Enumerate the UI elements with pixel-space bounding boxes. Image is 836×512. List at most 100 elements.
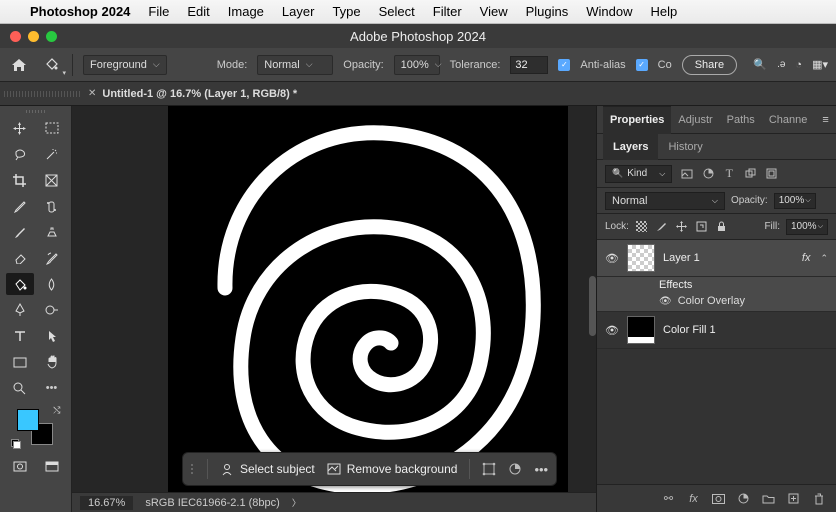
collapse-effects-icon[interactable]: ⌃ (820, 253, 828, 264)
transform-icon[interactable] (482, 462, 496, 476)
link-layers-icon[interactable]: ⚯ (661, 491, 676, 506)
status-chevron-icon[interactable]: 〉 (292, 496, 301, 509)
tab-history[interactable]: History (658, 134, 712, 160)
healing-brush-tool[interactable] (38, 195, 66, 217)
menu-edit[interactable]: Edit (187, 4, 209, 19)
blur-tool[interactable] (38, 273, 66, 295)
opacity-field[interactable]: 100% (394, 55, 440, 75)
clone-stamp-tool[interactable] (38, 221, 66, 243)
contextbar-grip-icon[interactable] (191, 464, 193, 474)
menu-layer[interactable]: Layer (282, 4, 315, 19)
menu-view[interactable]: View (480, 4, 508, 19)
pen-tool[interactable] (6, 299, 34, 321)
fill-source-dropdown[interactable]: Foreground (83, 55, 167, 75)
filter-type-layers-icon[interactable]: T (722, 167, 736, 181)
current-tool-indicator-icon[interactable] (40, 54, 62, 76)
lasso-tool[interactable] (6, 143, 34, 165)
layer-opacity-field[interactable]: 100%⌵ (774, 193, 816, 209)
layer-name[interactable]: Color Fill 1 (663, 324, 828, 336)
more-options-icon[interactable]: ••• (534, 462, 548, 477)
menu-plugins[interactable]: Plugins (526, 4, 569, 19)
lock-position-icon[interactable] (675, 220, 689, 234)
panel-menu-icon[interactable]: ≡ (814, 114, 836, 126)
zoom-window-button[interactable] (46, 31, 57, 42)
document-viewport[interactable]: Select subject Remove background ••• (72, 106, 596, 492)
tab-layers[interactable]: Layers (603, 134, 658, 160)
menu-file[interactable]: File (148, 4, 169, 19)
layer-effects-badge[interactable]: fx (802, 252, 811, 264)
filter-shape-layers-icon[interactable] (743, 167, 757, 181)
frame-tool[interactable] (38, 169, 66, 191)
default-colors-icon[interactable] (11, 439, 21, 449)
effect-visibility-icon[interactable]: 👁 (659, 296, 672, 307)
workspace-switcher-icon[interactable]: ▦▾ (812, 58, 828, 71)
eraser-tool[interactable] (6, 247, 34, 269)
menu-image[interactable]: Image (228, 4, 264, 19)
menu-window[interactable]: Window (586, 4, 632, 19)
home-button[interactable] (8, 54, 30, 76)
tolerance-input[interactable] (510, 56, 548, 74)
filter-pixel-layers-icon[interactable] (680, 167, 694, 181)
delete-layer-icon[interactable] (811, 491, 826, 506)
minimize-window-button[interactable] (28, 31, 39, 42)
layer-blend-mode-dropdown[interactable]: Normal⌵ (605, 192, 725, 210)
contiguous-checkbox[interactable]: ✓ (636, 59, 648, 71)
lock-pixels-icon[interactable] (655, 220, 669, 234)
lock-transparency-icon[interactable] (635, 220, 649, 234)
antialias-checkbox[interactable]: ✓ (558, 59, 570, 71)
blend-mode-dropdown[interactable]: Normal (257, 55, 333, 75)
menu-filter[interactable]: Filter (433, 4, 462, 19)
filter-smartobject-layers-icon[interactable] (764, 167, 778, 181)
remove-background-button[interactable]: Remove background (327, 462, 458, 476)
adjustment-layer-icon[interactable] (736, 491, 751, 506)
cloud-docs-icon[interactable]: ◔ (795, 59, 802, 71)
quick-mask-icon[interactable] (6, 455, 34, 477)
rectangle-tool[interactable] (6, 351, 34, 373)
swap-colors-icon[interactable]: ⤭ (53, 405, 60, 416)
zoom-level[interactable]: 16.67% (80, 496, 133, 510)
layer-filter-kind-dropdown[interactable]: Kind⌵ (605, 165, 672, 183)
tab-properties[interactable]: Properties (603, 106, 671, 134)
app-name[interactable]: Photoshop 2024 (30, 4, 130, 19)
layer-name[interactable]: Layer 1 (663, 252, 794, 264)
toolbar-grip-icon[interactable] (26, 110, 46, 113)
tab-adjustments[interactable]: Adjustr (671, 106, 719, 134)
close-tab-icon[interactable]: ✕ (88, 88, 96, 99)
search-icon[interactable]: 🔍 (753, 58, 767, 71)
vertical-scrollbar[interactable] (589, 276, 596, 336)
menu-help[interactable]: Help (651, 4, 678, 19)
move-tool[interactable] (6, 117, 34, 139)
contextual-task-bar[interactable]: Select subject Remove background ••• (182, 452, 557, 486)
rectangular-marquee-tool[interactable] (38, 117, 66, 139)
zoom-tool[interactable] (6, 377, 34, 399)
menu-select[interactable]: Select (379, 4, 415, 19)
share-button[interactable]: Share (682, 55, 737, 75)
layer-thumbnail[interactable] (627, 316, 655, 344)
brush-tool[interactable] (6, 221, 34, 243)
visibility-toggle-icon[interactable]: 👁 (605, 252, 619, 265)
layer-thumbnail[interactable] (627, 244, 655, 272)
edit-toolbar-icon[interactable]: ••• (38, 377, 66, 399)
magic-wand-tool[interactable] (38, 143, 66, 165)
document-tab[interactable]: ✕ Untitled-1 @ 16.7% (Layer 1, RGB/8) * (88, 88, 297, 100)
effect-item[interactable]: 👁 Color Overlay (659, 295, 828, 307)
dodge-tool[interactable] (38, 299, 66, 321)
hand-tool[interactable] (38, 351, 66, 373)
crop-tool[interactable] (6, 169, 34, 191)
history-brush-tool[interactable] (38, 247, 66, 269)
paint-bucket-tool[interactable] (6, 273, 34, 295)
filter-adjustment-layers-icon[interactable] (701, 167, 715, 181)
new-layer-icon[interactable] (786, 491, 801, 506)
type-tool[interactable] (6, 325, 34, 347)
lock-all-icon[interactable] (715, 220, 729, 234)
screen-mode-icon[interactable] (38, 455, 66, 477)
menu-type[interactable]: Type (332, 4, 360, 19)
path-selection-tool[interactable] (38, 325, 66, 347)
foreground-color-swatch[interactable] (17, 409, 39, 431)
color-profile[interactable]: sRGB IEC61966-2.1 (8bpc) (145, 497, 280, 509)
tab-paths[interactable]: Paths (720, 106, 762, 134)
tab-channels[interactable]: Channe (762, 106, 815, 134)
select-subject-button[interactable]: Select subject (220, 462, 315, 476)
group-layers-icon[interactable] (761, 491, 776, 506)
layer-row[interactable]: 👁 Color Fill 1 (597, 312, 836, 349)
